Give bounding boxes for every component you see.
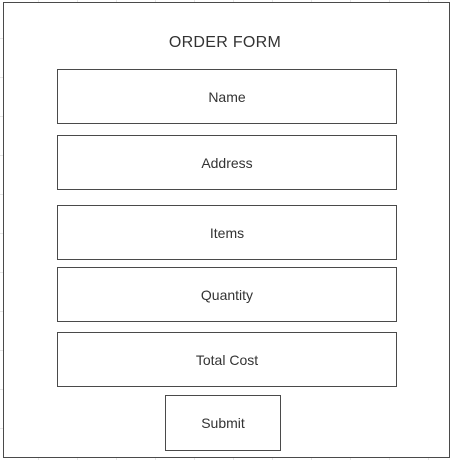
name-field[interactable]: Name xyxy=(57,69,397,124)
submit-button[interactable]: Submit xyxy=(165,395,281,451)
total-cost-field-label: Total Cost xyxy=(195,351,259,368)
total-cost-field[interactable]: Total Cost xyxy=(57,332,397,387)
quantity-field-label: Quantity xyxy=(200,286,254,303)
items-field[interactable]: Items xyxy=(57,205,397,260)
items-field-label: Items xyxy=(209,224,245,241)
address-field-label: Address xyxy=(201,154,253,171)
form-title: ORDER FORM xyxy=(168,34,282,51)
name-field-label: Name xyxy=(208,88,246,105)
address-field[interactable]: Address xyxy=(57,135,397,190)
quantity-field[interactable]: Quantity xyxy=(57,267,397,322)
submit-button-label: Submit xyxy=(201,415,245,431)
